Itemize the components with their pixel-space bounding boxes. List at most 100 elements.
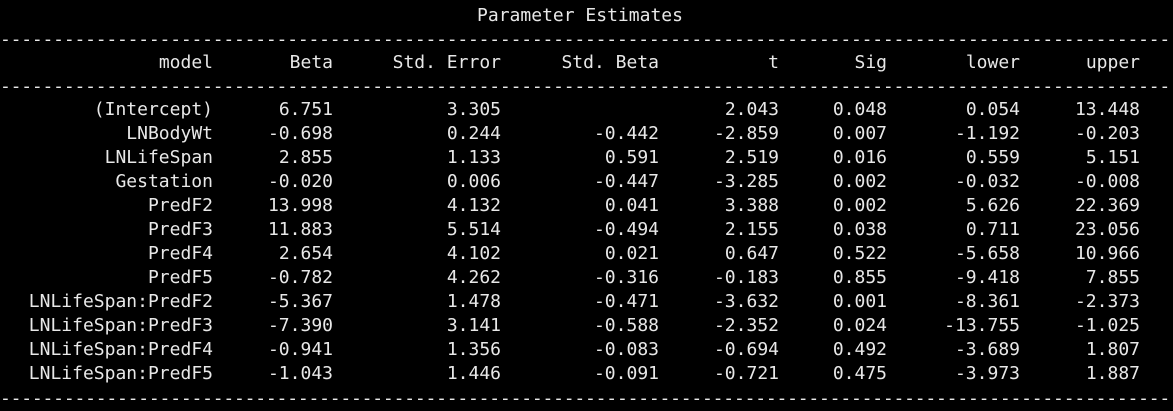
table-row: LNLifeSpan 2.855 1.133 0.591 2.519 0.016 0.559… (0, 146, 1173, 170)
table-title: Parameter Estimates (477, 5, 683, 26)
table-cell: -2.352 (713, 315, 779, 336)
table-cell: -0.494 (593, 219, 659, 240)
row-label: LNLifeSpan (104, 147, 213, 168)
table-cell: -3.632 (713, 291, 779, 312)
header-divider: ----------------------------------------… (0, 76, 1173, 97)
table-cell: 1.807 (1085, 339, 1140, 360)
table-cell: 1.478 (446, 291, 501, 312)
column-header: model (158, 52, 213, 73)
table-cell: -0.203 (1074, 123, 1140, 144)
table-cell: 0.244 (446, 123, 501, 144)
column-header: Beta (289, 52, 333, 73)
table-row: LNLifeSpan:PredF4 -0.941 1.356 -0.083 -0.694… (0, 338, 1173, 362)
table-cell: 4.132 (446, 195, 501, 216)
row-label: PredF5 (147, 267, 213, 288)
table-cell: 5.514 (446, 219, 501, 240)
table-cell: 2.855 (278, 147, 333, 168)
table-cell: 0.002 (832, 171, 887, 192)
table-cell: -5.367 (267, 291, 333, 312)
table-cell: -0.032 (954, 171, 1020, 192)
table-cell: 1.356 (446, 339, 501, 360)
column-header: upper (1085, 52, 1140, 73)
table-cell: 4.102 (446, 243, 501, 264)
table-cell: 13.448 (1074, 99, 1140, 120)
table-cell: 3.305 (446, 99, 501, 120)
table-cell: 0.522 (832, 243, 887, 264)
row-label: (Intercept) (93, 99, 213, 120)
table-cell: 0.559 (965, 147, 1020, 168)
table-row: PredF4 2.654 4.102 0.021 0.647 0.522 -5.658 10.… (0, 242, 1173, 266)
table-cell: 6.751 (278, 99, 333, 120)
table-header-row: model Beta Std. Error Std. Beta t Sig lower upp… (0, 51, 1173, 75)
table-cell: 0.048 (832, 99, 887, 120)
table-cell: -0.588 (593, 315, 659, 336)
table-cell: -2.373 (1074, 291, 1140, 312)
table-cell: 3.141 (446, 315, 501, 336)
table-cell: -3.689 (954, 339, 1020, 360)
table-cell: 1.133 (446, 147, 501, 168)
table-cell: -0.694 (713, 339, 779, 360)
bottom-divider: ----------------------------------------… (0, 388, 1173, 409)
table-row: LNLifeSpan:PredF5 -1.043 1.446 -0.091 -0.721… (0, 362, 1173, 386)
table-cell: 2.043 (724, 99, 779, 120)
row-label: LNLifeSpan:PredF4 (28, 339, 213, 360)
table-cell: -0.183 (713, 267, 779, 288)
table-cell: 0.475 (832, 363, 887, 384)
table-cell: 0.591 (604, 147, 659, 168)
table-cell: -0.447 (593, 171, 659, 192)
top-divider: ----------------------------------------… (0, 29, 1173, 50)
table-cell: -1.192 (954, 123, 1020, 144)
table-cell: 2.155 (724, 219, 779, 240)
table-cell: -0.442 (593, 123, 659, 144)
table-cell: -2.859 (713, 123, 779, 144)
table-row: (Intercept) 6.751 3.305 2.043 0.048 0.054 13.4… (0, 98, 1173, 122)
table-cell: -3.973 (954, 363, 1020, 384)
table-cell: 7.855 (1085, 267, 1140, 288)
table-cell: 0.038 (832, 219, 887, 240)
table-cell: -0.091 (593, 363, 659, 384)
table-cell: -3.285 (713, 171, 779, 192)
table-cell: 23.056 (1074, 219, 1140, 240)
table-cell: 0.021 (604, 243, 659, 264)
column-header: Std. Beta (561, 52, 659, 73)
table-cell: -0.782 (267, 267, 333, 288)
table-cell: 0.647 (724, 243, 779, 264)
table-row: PredF2 13.998 4.132 0.041 3.388 0.002 5.626 22.… (0, 194, 1173, 218)
table-row: LNBodyWt -0.698 0.244 -0.442 -2.859 0.007 -1.1… (0, 122, 1173, 146)
terminal-output: Parameter Estimates --------------------… (0, 0, 1173, 409)
table-cell: -7.390 (267, 315, 333, 336)
row-label: LNLifeSpan:PredF5 (28, 363, 213, 384)
table-cell: -0.698 (267, 123, 333, 144)
table-cell: 0.711 (965, 219, 1020, 240)
row-label: LNBodyWt (126, 123, 213, 144)
table-cell: -0.721 (713, 363, 779, 384)
table-cell: 13.998 (267, 195, 333, 216)
table-cell: 0.041 (604, 195, 659, 216)
column-header: Sig (854, 52, 887, 73)
row-label: PredF3 (147, 219, 213, 240)
table-cell: 1.446 (446, 363, 501, 384)
table-cell: -1.043 (267, 363, 333, 384)
column-header: t (768, 52, 779, 73)
table-row: LNLifeSpan:PredF3 -7.390 3.141 -0.588 -2.352… (0, 314, 1173, 338)
column-header: Std. Error (392, 52, 501, 73)
row-label: PredF4 (147, 243, 213, 264)
table-cell: 5.151 (1085, 147, 1140, 168)
table-cell: -9.418 (954, 267, 1020, 288)
table-cell: 2.654 (278, 243, 333, 264)
table-cell: 0.006 (446, 171, 501, 192)
table-cell: 0.855 (832, 267, 887, 288)
table-cell: 0.492 (832, 339, 887, 360)
table-cell: -0.083 (593, 339, 659, 360)
table-row: PredF5 -0.782 4.262 -0.316 -0.183 0.855 -9.418… (0, 266, 1173, 290)
row-label: Gestation (115, 171, 213, 192)
table-cell: 11.883 (267, 219, 333, 240)
table-cell: -1.025 (1074, 315, 1140, 336)
table-cell: -0.316 (593, 267, 659, 288)
table-cell: -0.471 (593, 291, 659, 312)
row-label: PredF2 (147, 195, 213, 216)
table-cell: 0.024 (832, 315, 887, 336)
table-cell: 2.519 (724, 147, 779, 168)
table-cell: 1.887 (1085, 363, 1140, 384)
table-cell: 3.388 (724, 195, 779, 216)
